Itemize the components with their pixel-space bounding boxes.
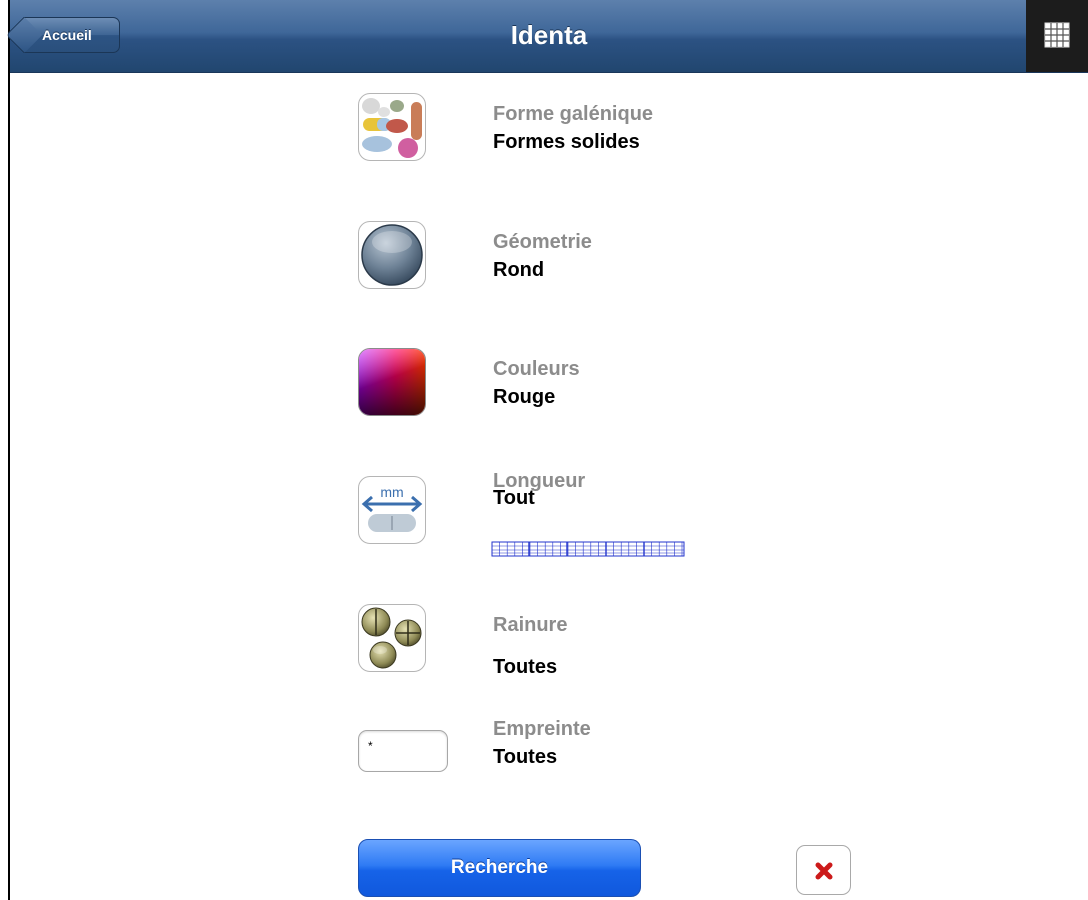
criterion-value: Toutes — [493, 656, 558, 678]
criterion-value: Rond — [493, 259, 545, 281]
grid-icon — [1044, 22, 1070, 48]
search-button[interactable]: Recherche — [358, 839, 641, 897]
length-mm-icon: mm — [358, 476, 426, 544]
close-x-icon — [815, 862, 833, 880]
color-gradient-highlight — [359, 349, 425, 415]
criterion-value: Tout — [493, 487, 535, 509]
criterion-label: Géometrie — [493, 231, 592, 253]
round-shape-icon — [358, 221, 426, 289]
criterion-label: Rainure — [493, 614, 568, 636]
pills-forms-icon — [358, 93, 426, 161]
score-line-icon — [358, 604, 426, 672]
length-ruler-icon[interactable] — [491, 540, 685, 560]
criterion-label: Forme galénique — [493, 103, 654, 125]
window-frame-left — [8, 0, 10, 900]
imprint-input[interactable]: * — [358, 730, 448, 772]
svg-text:mm: mm — [380, 484, 403, 500]
color-gradient-icon — [358, 348, 426, 416]
page-title: Identa — [510, 20, 588, 50]
criterion-value: Toutes — [493, 746, 558, 768]
criterion-value: Rouge — [493, 386, 556, 408]
criterion-label: Empreinte — [493, 718, 591, 740]
clear-button[interactable] — [796, 845, 851, 895]
criterion-label: Couleurs — [493, 358, 580, 380]
criterion-value: Formes solides — [493, 131, 640, 153]
navigation-bar: Accueil Identa — [10, 0, 1088, 73]
grid-button[interactable] — [1026, 0, 1088, 72]
